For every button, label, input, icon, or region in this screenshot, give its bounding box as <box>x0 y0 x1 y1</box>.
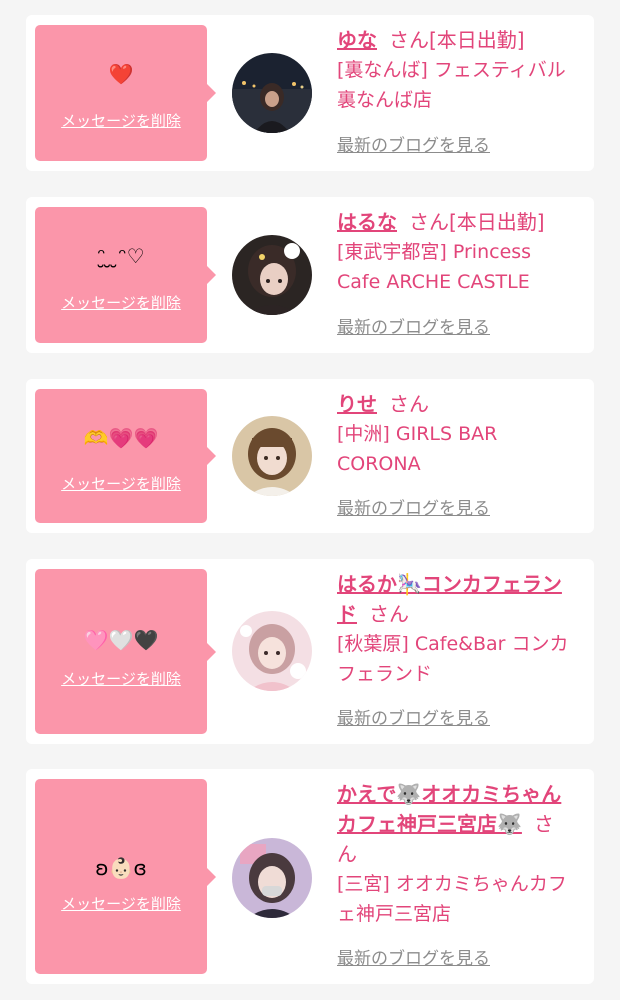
cast-name-link[interactable]: かえで🐺オオカミちゃん <box>337 782 561 806</box>
shop-line: CORONA <box>337 453 421 475</box>
message-bubble: ᵔ̮ ̮ ̮ᵔ♡ メッセージを削除 <box>35 207 216 343</box>
cast-avatar[interactable] <box>232 53 312 133</box>
cast-info: かえで🐺オオカミちゃん カフェ神戸三宮店🐺 さ ん [三宮] オオカミちゃんカフ … <box>337 779 584 929</box>
message-card: 🫶💗💗 メッセージを削除 りせ さん [中洲] GIRLS BAR CORONA … <box>26 379 594 533</box>
message-card: ❤️ メッセージを削除 ゆな さん[本日出勤] [裏なんば] フェスティバル 裏な… <box>26 15 594 171</box>
delete-message-link[interactable]: メッセージを削除 <box>35 669 207 689</box>
honorific: さん <box>389 28 429 52</box>
shop-line: [秋葉原] Cafe&Bar コンカ <box>337 633 569 655</box>
shop-line: 裏なんば店 <box>337 89 433 111</box>
shop-line: ェ神戸三宮店 <box>337 903 452 925</box>
honorific: さん <box>409 210 449 234</box>
cast-avatar[interactable] <box>232 838 312 918</box>
message-text: ❤️ <box>108 62 134 86</box>
message-bubble: ʚ👶🏻ɞ メッセージを削除 <box>35 779 216 974</box>
message-bubble: 🩷🤍🖤 メッセージを削除 <box>35 569 216 734</box>
message-bubble: 🫶💗💗 メッセージを削除 <box>35 389 216 523</box>
cast-avatar[interactable] <box>232 416 312 496</box>
message-text: 🫶💗💗 <box>83 426 159 450</box>
cast-name-link-continued[interactable]: ド <box>337 602 357 626</box>
honorific-part: ん <box>337 842 357 866</box>
latest-blog-link[interactable]: 最新のブログを見る <box>337 317 490 339</box>
cast-name-link[interactable]: りせ <box>337 392 377 416</box>
message-text: ʚ👶🏻ɞ <box>95 856 147 880</box>
delete-message-link[interactable]: メッセージを削除 <box>35 111 207 131</box>
cast-avatar[interactable] <box>232 235 312 315</box>
honorific: さん <box>369 602 409 626</box>
shop-line: フェランド <box>337 663 433 685</box>
cast-info: りせ さん [中洲] GIRLS BAR CORONA <box>337 389 584 479</box>
shop-line: [裏なんば] フェスティバル <box>337 59 566 81</box>
shop-line: [中洲] GIRLS BAR <box>337 423 498 445</box>
honorific-part: さ <box>533 812 554 836</box>
delete-message-link[interactable]: メッセージを削除 <box>35 474 207 494</box>
cast-info: はるか🎠コンカフェラン ドさん [秋葉原] Cafe&Bar コンカ フェランド <box>337 569 584 689</box>
shop-line: Cafe ARCHE CASTLE <box>337 271 530 293</box>
message-bubble: ❤️ メッセージを削除 <box>35 25 216 161</box>
shop-line: [三宮] オオカミちゃんカフ <box>337 873 567 895</box>
latest-blog-link[interactable]: 最新のブログを見る <box>337 135 490 157</box>
latest-blog-link[interactable]: 最新のブログを見る <box>337 948 490 970</box>
cast-info: ゆな さん[本日出勤] [裏なんば] フェスティバル 裏なんば店 <box>337 25 584 115</box>
honorific: さん <box>389 392 429 416</box>
work-status: [本日出勤] <box>449 210 545 234</box>
cast-name-link-continued[interactable]: カフェ神戸三宮店🐺 <box>337 812 522 836</box>
message-card: ᵔ̮ ̮ ̮ᵔ♡ メッセージを削除 はるな さん[本日出勤] [東武宇都宮] Pr… <box>26 197 594 353</box>
latest-blog-link[interactable]: 最新のブログを見る <box>337 708 490 730</box>
message-card: 🩷🤍🖤 メッセージを削除 はるか🎠コンカフェラン ドさん [秋葉原] Cafe&… <box>26 559 594 744</box>
cast-name-link[interactable]: ゆな <box>337 28 377 52</box>
delete-message-link[interactable]: メッセージを削除 <box>35 894 207 914</box>
shop-line: [東武宇都宮] Princess <box>337 241 532 263</box>
work-status: [本日出勤] <box>429 28 525 52</box>
delete-message-link[interactable]: メッセージを削除 <box>35 293 207 313</box>
cast-avatar[interactable] <box>232 611 312 691</box>
message-list: ❤️ メッセージを削除 ゆな さん[本日出勤] [裏なんば] フェスティバル 裏な… <box>0 0 620 1000</box>
message-text: 🩷🤍🖤 <box>83 628 159 652</box>
message-card: ʚ👶🏻ɞ メッセージを削除 かえで🐺オオカミちゃん カフェ神戸三宮店🐺 さ ん <box>26 769 594 984</box>
cast-name-link[interactable]: はるか🎠コンカフェラン <box>337 572 562 596</box>
cast-name-link[interactable]: はるな <box>337 210 397 234</box>
latest-blog-link[interactable]: 最新のブログを見る <box>337 498 490 520</box>
cast-info: はるな さん[本日出勤] [東武宇都宮] Princess Cafe ARCHE … <box>337 207 584 297</box>
message-text: ᵔ̮ ̮ ̮ᵔ♡ <box>97 244 145 268</box>
